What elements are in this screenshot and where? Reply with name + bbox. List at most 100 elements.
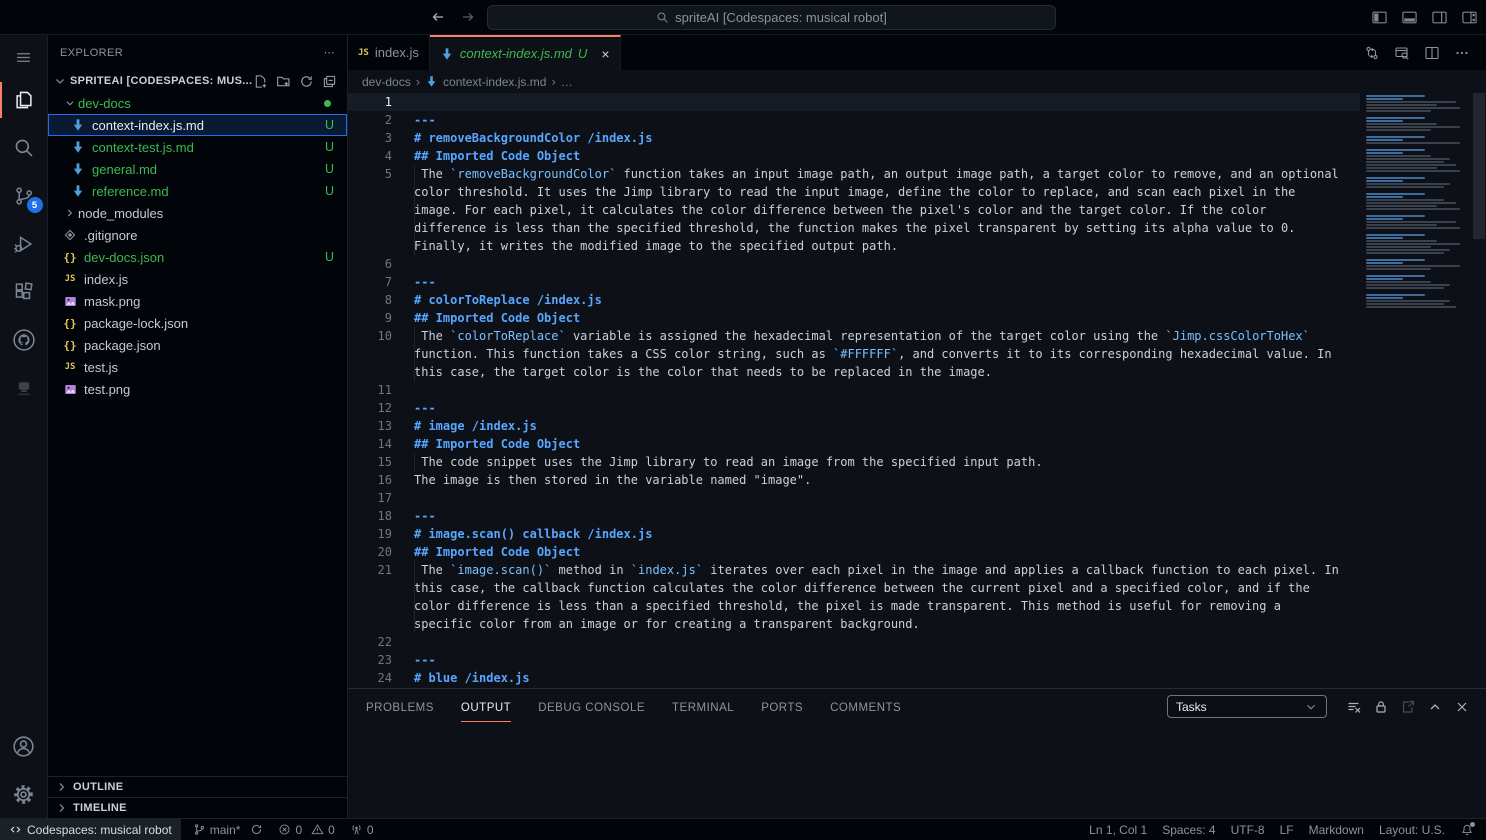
lock-scroll-button[interactable] (1373, 699, 1389, 715)
panel-tab-comments[interactable]: COMMENTS (830, 692, 901, 722)
editor-line-11[interactable]: 11 (348, 381, 1360, 399)
open-preview-button[interactable] (1394, 45, 1410, 61)
eol[interactable]: LF (1280, 823, 1294, 837)
editor-line-13[interactable]: 13# image /index.js (348, 417, 1360, 435)
collapse-folders-button[interactable] (322, 74, 337, 89)
panel-tab-debug-console[interactable]: DEBUG CONSOLE (538, 692, 645, 722)
editor-line-24[interactable]: 24# blue /index.js (348, 669, 1360, 687)
tree-file-general.md[interactable]: general.mdU (48, 158, 347, 180)
timeline-section[interactable]: TIMELINE (48, 797, 347, 818)
maximize-panel-button[interactable] (1427, 699, 1443, 715)
panel-tab-ports[interactable]: PORTS (761, 692, 803, 722)
explorer-more-button[interactable]: ⋯ (324, 46, 335, 59)
editor-line-14[interactable]: 14## Imported Code Object (348, 435, 1360, 453)
customize-layout-button[interactable] (1461, 9, 1478, 26)
editor-line-10[interactable]: 10 The `colorToReplace` variable is assi… (348, 327, 1360, 381)
language-mode[interactable]: Markdown (1309, 823, 1364, 837)
branch-status-item[interactable]: main* (193, 823, 264, 837)
tree-file-reference.md[interactable]: reference.mdU (48, 180, 347, 202)
nav-forward-button[interactable] (460, 9, 476, 25)
editor-line-9[interactable]: 9## Imported Code Object (348, 309, 1360, 327)
editor-line-17[interactable]: 17 (348, 489, 1360, 507)
explorer-section-header[interactable]: SPRITEAI [CODESPACES: MUS... (48, 70, 347, 92)
editor-line-12[interactable]: 12--- (348, 399, 1360, 417)
editor-line-16[interactable]: 16The image is then stored in the variab… (348, 471, 1360, 489)
tree-file-package.json[interactable]: {}package.json (48, 334, 347, 356)
editor-line-22[interactable]: 22 (348, 633, 1360, 651)
breadcrumb-file[interactable]: context-index.js.md (443, 75, 546, 89)
tree-folder-dev-docs[interactable]: dev-docs (48, 92, 347, 114)
close-tab-button[interactable]: × (601, 46, 609, 62)
panel-tab-problems[interactable]: PROBLEMS (366, 692, 434, 722)
tree-file-context-test.js.md[interactable]: context-test.js.mdU (48, 136, 347, 158)
breadcrumb[interactable]: dev-docs › context-index.js.md › … (348, 70, 1486, 93)
new-file-button[interactable] (253, 74, 268, 89)
editor-line-8[interactable]: 8# colorToReplace /index.js (348, 291, 1360, 309)
nav-back-button[interactable] (430, 9, 446, 25)
keyboard-layout[interactable]: Layout: U.S. (1379, 823, 1445, 837)
tree-file-mask.png[interactable]: mask.png (48, 290, 347, 312)
activity-run-debug[interactable] (0, 220, 48, 268)
outline-section[interactable]: OUTLINE (48, 776, 347, 797)
tree-file-context-index.js.md[interactable]: context-index.js.mdU (48, 114, 347, 136)
open-changes-button[interactable] (1364, 45, 1380, 61)
editor[interactable]: 1 2---3# removeBackgroundColor /index.js… (348, 93, 1486, 688)
indentation[interactable]: Spaces: 4 (1162, 823, 1215, 837)
editor-line-1[interactable]: 1 (348, 93, 1360, 111)
breadcrumb-folder[interactable]: dev-docs (362, 75, 411, 89)
editor-scrollbar[interactable] (1472, 93, 1486, 688)
encoding[interactable]: UTF-8 (1231, 823, 1265, 837)
editor-line-2[interactable]: 2--- (348, 111, 1360, 129)
tree-file-.gitignore[interactable]: .gitignore (48, 224, 347, 246)
remote-indicator[interactable]: Codespaces: musical robot (0, 819, 181, 840)
editor-line-18[interactable]: 18--- (348, 507, 1360, 525)
panel-tab-terminal[interactable]: TERMINAL (672, 692, 734, 722)
scrollbar-slider[interactable] (1473, 93, 1485, 239)
tree-file-package-lock.json[interactable]: {}package-lock.json (48, 312, 347, 334)
editor-line-4[interactable]: 4## Imported Code Object (348, 147, 1360, 165)
editor-line-15[interactable]: 15 The code snippet uses the Jimp librar… (348, 453, 1360, 471)
tab-context-index-js-md[interactable]: context-index.js.md U × (430, 35, 621, 70)
editor-line-5[interactable]: 5 The `removeBackgroundColor` function t… (348, 165, 1360, 255)
editor-line-3[interactable]: 3# removeBackgroundColor /index.js (348, 129, 1360, 147)
open-output-in-editor-button[interactable] (1400, 699, 1416, 715)
problems-status-item[interactable]: 0 0 (278, 823, 334, 837)
tree-file-index.js[interactable]: JSindex.js (48, 268, 347, 290)
tab-index-js[interactable]: JS index.js (348, 35, 430, 70)
tree-file-test.js[interactable]: JStest.js (48, 356, 347, 378)
editor-line-23[interactable]: 23--- (348, 651, 1360, 669)
tree-file-test.png[interactable]: test.png (48, 378, 347, 400)
editor-line-19[interactable]: 19# image.scan() callback /index.js (348, 525, 1360, 543)
editor-line-6[interactable]: 6 (348, 255, 1360, 273)
activity-remote-explorer[interactable] (0, 364, 48, 412)
activity-extensions[interactable] (0, 268, 48, 316)
breadcrumb-symbol[interactable]: … (561, 75, 573, 89)
activity-github[interactable] (0, 316, 48, 364)
settings-button[interactable] (0, 770, 48, 818)
cursor-position[interactable]: Ln 1, Col 1 (1089, 823, 1147, 837)
account-button[interactable] (0, 722, 48, 770)
toggle-secondary-sidebar-button[interactable] (1431, 9, 1448, 26)
editor-line-7[interactable]: 7--- (348, 273, 1360, 291)
output-channel-select[interactable]: Tasks (1167, 695, 1327, 718)
editor-line-21[interactable]: 21 The `image.scan()` method in `index.j… (348, 561, 1360, 633)
tree-file-dev-docs.json[interactable]: {}dev-docs.jsonU (48, 246, 347, 268)
panel-tab-output[interactable]: OUTPUT (461, 692, 511, 722)
notifications-bell[interactable] (1460, 823, 1474, 837)
output-panel-body[interactable] (348, 724, 1486, 818)
refresh-button[interactable] (299, 74, 314, 89)
sync-icon[interactable] (250, 823, 263, 836)
ports-status-item[interactable]: 0 (350, 823, 374, 837)
split-editor-button[interactable] (1424, 45, 1440, 61)
command-center-search[interactable]: spriteAI [Codespaces: musical robot] (487, 5, 1056, 30)
tree-folder-node_modules[interactable]: node_modules (48, 202, 347, 224)
toggle-panel-button[interactable] (1401, 9, 1418, 26)
activity-source-control[interactable]: 5 (0, 172, 48, 220)
activity-explorer[interactable] (0, 76, 48, 124)
editor-line-20[interactable]: 20## Imported Code Object (348, 543, 1360, 561)
close-panel-button[interactable] (1454, 699, 1470, 715)
new-folder-button[interactable] (276, 74, 291, 89)
activity-search[interactable] (0, 124, 48, 172)
application-menu-button[interactable] (0, 38, 48, 76)
clear-output-button[interactable] (1346, 699, 1362, 715)
